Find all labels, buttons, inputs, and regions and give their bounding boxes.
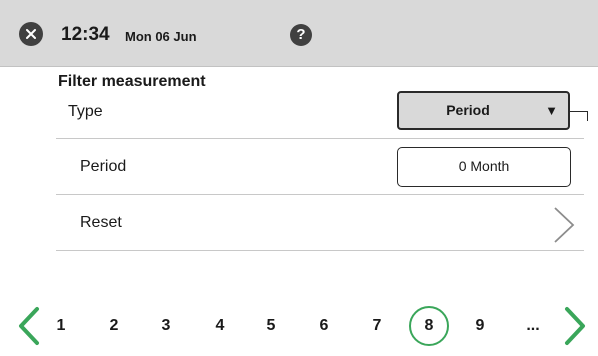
period-input[interactable]: 0 Month — [397, 147, 571, 187]
section-title: Filter measurement — [58, 73, 206, 90]
type-select[interactable]: Period ▼ — [397, 91, 570, 130]
page-number[interactable]: 2 — [99, 316, 129, 336]
divider — [56, 194, 584, 195]
close-button[interactable] — [19, 22, 43, 46]
connector-line — [570, 111, 588, 112]
status-header: 12:34 Mon 06 Jun ? — [0, 0, 598, 67]
divider — [56, 250, 584, 251]
period-label: Period — [80, 158, 127, 175]
close-icon — [26, 29, 36, 39]
clock-time: 12:34 — [61, 24, 110, 45]
screen: 12:34 Mon 06 Jun ? Filter measurement Ty… — [0, 0, 598, 356]
page-number-current[interactable]: 8 — [414, 316, 444, 336]
reset-label[interactable]: Reset — [80, 214, 122, 232]
connector-line-down — [587, 111, 588, 121]
page-number[interactable]: 1 — [46, 316, 76, 336]
page-ellipsis[interactable]: ... — [518, 316, 548, 336]
page-number[interactable]: 6 — [309, 316, 339, 336]
type-select-value: Period — [446, 102, 490, 118]
type-label: Type — [68, 103, 103, 120]
next-page-icon[interactable] — [562, 306, 588, 346]
divider — [56, 138, 584, 139]
page-number[interactable]: 7 — [362, 316, 392, 336]
clock-date: Mon 06 Jun — [125, 29, 197, 44]
page-number[interactable]: 3 — [151, 316, 181, 336]
dropdown-arrow-icon: ▼ — [545, 103, 558, 118]
chevron-right-icon[interactable] — [552, 206, 576, 244]
page-number[interactable]: 5 — [256, 316, 286, 336]
help-button[interactable]: ? — [290, 24, 312, 46]
previous-page-icon[interactable] — [16, 306, 42, 346]
page-number[interactable]: 9 — [465, 316, 495, 336]
page-number[interactable]: 4 — [205, 316, 235, 336]
